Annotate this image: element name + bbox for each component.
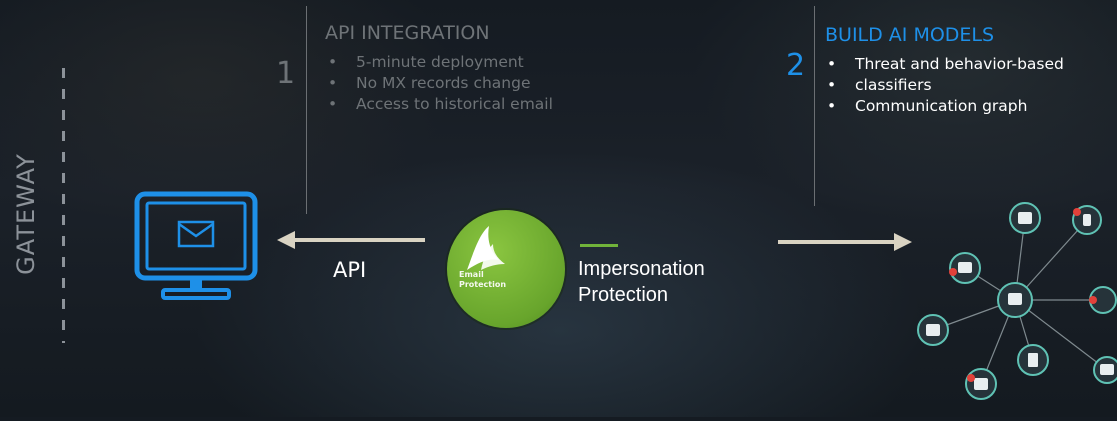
step2-bullet: Threat and behavior-based: [825, 54, 1064, 75]
gateway-section: GATEWAY: [6, 138, 44, 298]
step2-title: BUILD AI MODELS: [825, 24, 995, 46]
product-line2: Protection: [578, 284, 669, 306]
arrow-left-head-icon: [277, 231, 295, 249]
step1-title: API INTEGRATION: [325, 22, 490, 44]
monitor-email-icon: [133, 190, 259, 312]
gateway-dashed-line: [62, 68, 65, 343]
shark-fin-icon: [467, 226, 505, 270]
step2-bullet: Communication graph: [825, 96, 1064, 117]
arrow-right-line: [778, 240, 898, 244]
step1-bullet: No MX records change: [326, 73, 553, 94]
step1-number: 1: [276, 56, 296, 91]
step2-bullet-text: classifiers: [855, 76, 932, 94]
step2-divider: [814, 6, 815, 206]
arrow-left-line: [290, 238, 425, 242]
product-accent-bar: [580, 244, 618, 247]
step1-bullet: Access to historical email: [326, 94, 553, 115]
product-name: Impersonation Protection: [578, 256, 705, 308]
badge-text: Email Protection: [459, 270, 506, 290]
step1-divider: [306, 6, 307, 214]
badge-line2: Protection: [459, 280, 507, 289]
step2-number: 2: [786, 48, 806, 83]
gateway-label: GATEWAY: [12, 153, 40, 275]
email-protection-badge: Email Protection: [447, 210, 565, 328]
step1-bullet: 5-minute deployment: [326, 52, 553, 73]
step2-bullet-continuation: classifiers: [825, 75, 1064, 96]
badge-line1: Email: [459, 270, 484, 279]
step1-bullet-list: 5-minute deployment No MX records change…: [326, 52, 553, 115]
communication-graph-icon: [905, 190, 1117, 421]
product-line1: Impersonation: [578, 258, 705, 280]
step2-bullet-list: Threat and behavior-based classifiers Co…: [825, 54, 1064, 117]
api-label: API: [333, 258, 367, 282]
